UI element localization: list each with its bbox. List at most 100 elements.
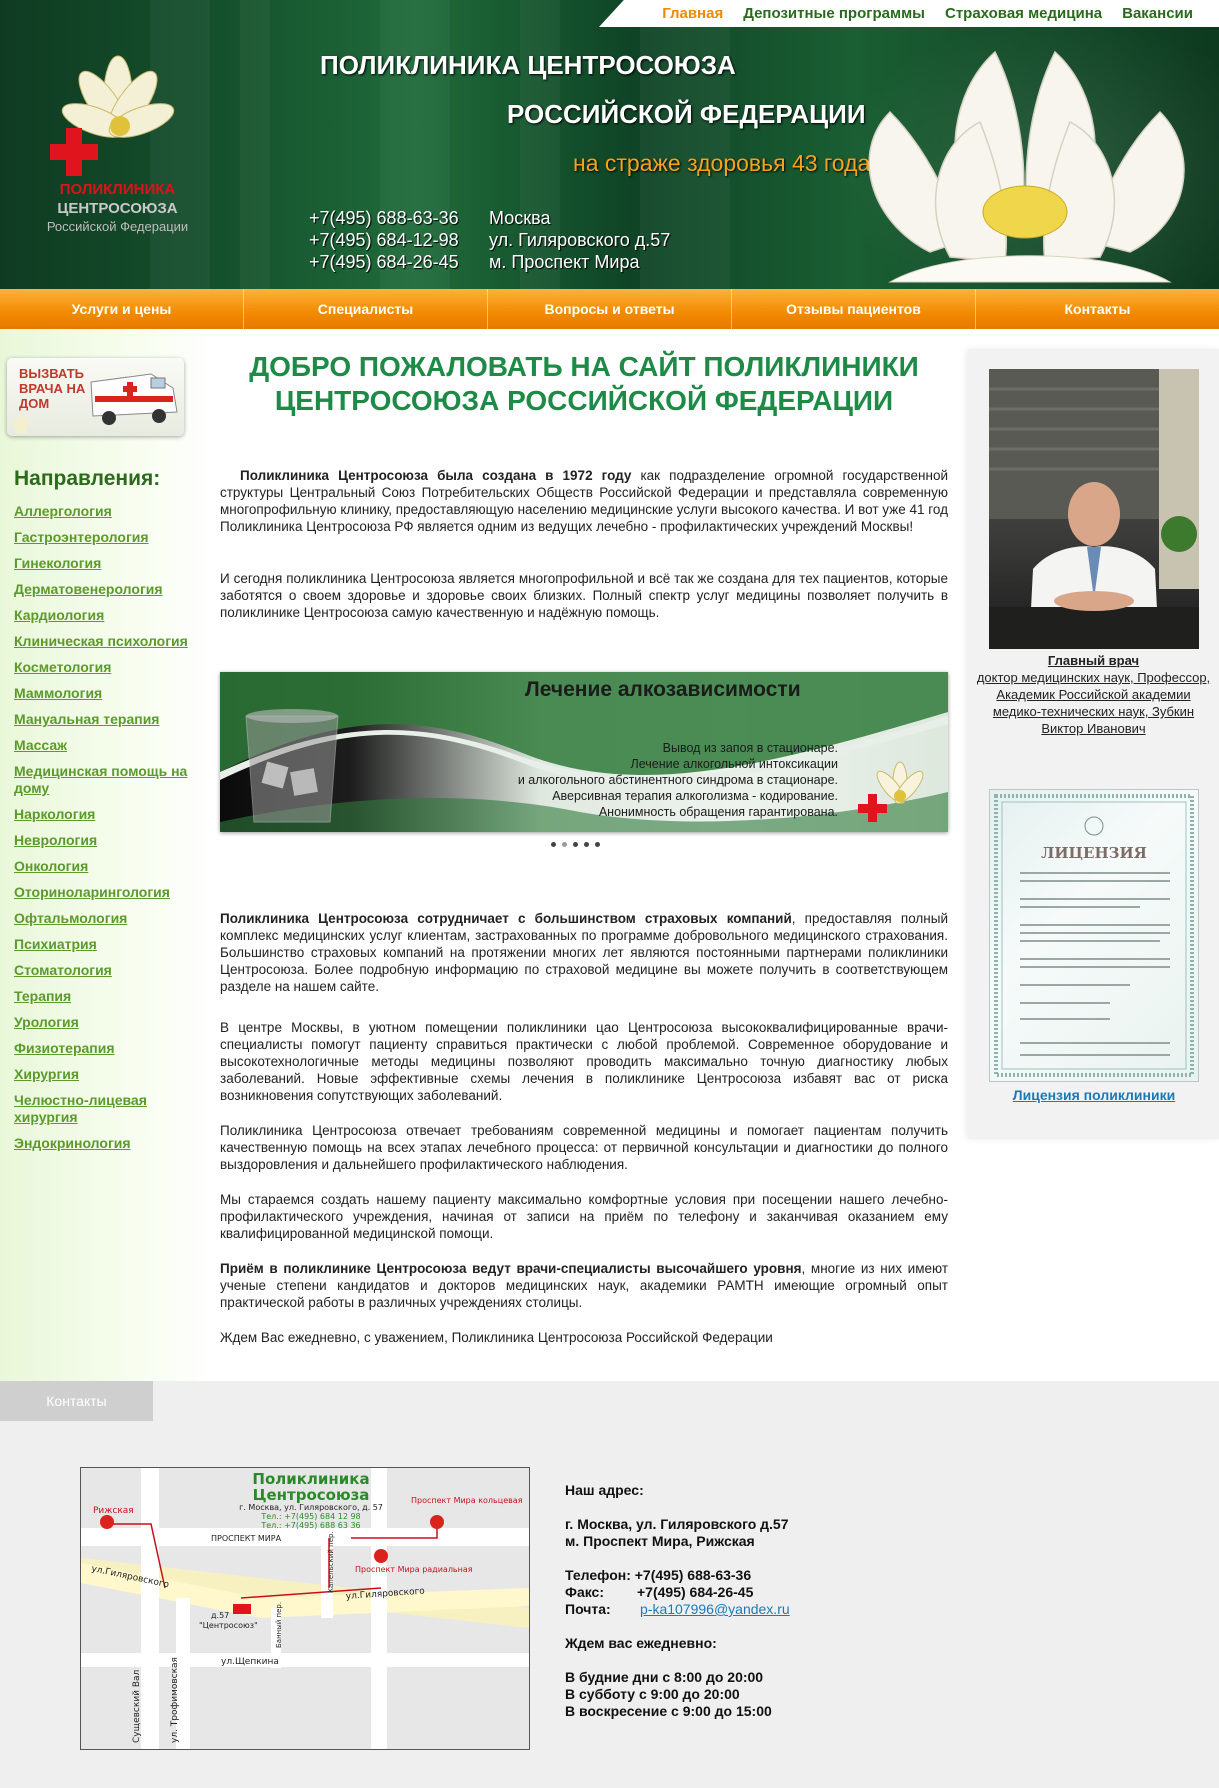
header-title-line2: РОССИЙСКОЙ ФЕДЕРАЦИИ	[507, 99, 866, 129]
menu-questions-answers[interactable]: Вопросы и ответы	[488, 289, 732, 329]
direction-item: Терапия	[14, 988, 204, 1005]
map-label-trofimovskaya: ул. Трофимовская	[170, 1657, 180, 1743]
direction-link[interactable]: Физиотерапия	[14, 1040, 115, 1056]
map-label-rizhskaya: Рижская	[93, 1506, 134, 1516]
direction-link[interactable]: Хирургия	[14, 1066, 79, 1082]
location-map[interactable]: Рижская Проспект Мира кольцевая ПРОСПЕКТ…	[80, 1467, 530, 1750]
header-phone-3[interactable]: +7(495) 684-26-45	[309, 252, 459, 273]
direction-link[interactable]: Кардиология	[14, 607, 104, 623]
promo-banner-alcohol[interactable]: Лечение алкозависимости Вывод из запоя в…	[220, 672, 948, 832]
direction-item: Онкология	[14, 858, 204, 875]
hours-sunday: В воскресение с 9:00 до 15:00	[565, 1703, 772, 1719]
direction-link[interactable]: Челюстно-лицевая хирургия	[14, 1092, 147, 1125]
paragraph-2: И сегодня поликлиника Центросоюза являет…	[220, 571, 948, 620]
header-title-line1: ПОЛИКЛИНИКА ЦЕНТРОСОЮЗА	[320, 50, 736, 80]
slider-dot[interactable]	[584, 842, 589, 847]
direction-link[interactable]: Неврология	[14, 832, 97, 848]
fax-number: +7(495) 684-26-45	[637, 1584, 754, 1600]
license-document: ЛИЦЕНЗИЯ	[994, 794, 1194, 1077]
direction-link[interactable]: Клиническая психология	[14, 633, 188, 649]
topnav-home[interactable]: Главная	[662, 5, 723, 22]
hours-weekdays: В будние дни с 8:00 до 20:00	[565, 1669, 764, 1685]
phone-line[interactable]: Телефон: +7(495) 688-63-36	[565, 1567, 790, 1584]
direction-link[interactable]: Стоматология	[14, 962, 112, 978]
banner-line: и алкогольного абстинентного синдрома в …	[517, 773, 838, 787]
directions-list: Аллергология Гастроэнтерология Гинекология…	[14, 503, 204, 1161]
intro-bold: Поликлиника Центросоюза была создана в 1…	[240, 468, 632, 483]
chief-doctor-photo[interactable]	[989, 369, 1199, 649]
logo-text-line2: ЦЕНТРОСОЮЗА	[57, 200, 178, 217]
direction-link[interactable]: Дерматовенерология	[14, 581, 163, 597]
menu-specialists[interactable]: Специалисты	[244, 289, 488, 329]
slider-dots	[551, 842, 600, 847]
direction-item: Неврология	[14, 832, 204, 849]
slider-dot[interactable]	[573, 842, 578, 847]
footer-contacts-tab[interactable]: Контакты	[0, 1381, 153, 1421]
license-image[interactable]: ЛИЦЕНЗИЯ	[989, 789, 1199, 1082]
menu-patient-reviews[interactable]: Отзывы пациентов	[732, 289, 976, 329]
email-link[interactable]: p-ka107996@yandex.ru	[640, 1601, 790, 1617]
direction-link[interactable]: Медицинская помощь на дому	[14, 763, 187, 796]
specialists-bold: Приём в поликлинике Центросоюза ведут вр…	[220, 1261, 802, 1276]
direction-item: Челюстно-лицевая хирургия	[14, 1092, 204, 1126]
site-logo[interactable]: ПОЛИКЛИНИКА ЦЕНТРОСОЮЗА Российской Федер…	[30, 44, 205, 239]
direction-link[interactable]: Оториноларингология	[14, 884, 170, 900]
map-label-banny: Банный пер.	[275, 1602, 283, 1648]
chief-doctor-caption: Главный врач доктор медицинских наук, Пр…	[976, 652, 1211, 737]
direction-item: Психиатрия	[14, 936, 204, 953]
paragraph-6: Мы стараемся создать нашему пациенту мак…	[220, 1192, 948, 1241]
direction-link[interactable]: Онкология	[14, 858, 88, 874]
address-line-1: г. Москва, ул. Гиляровского д.57	[565, 1516, 789, 1532]
menu-services-prices[interactable]: Услуги и цены	[0, 289, 244, 329]
header-phone-1[interactable]: +7(495) 688-63-36	[309, 208, 459, 229]
map-label-centrosoyuz: "Центросоюз"	[199, 1621, 258, 1630]
map-label-prospekt-kolts: Проспект Мира кольцевая	[411, 1496, 523, 1505]
topnav-vacancies[interactable]: Вакансии	[1122, 5, 1193, 22]
map-drawing: Рижская Проспект Мира кольцевая ПРОСПЕКТ…	[81, 1468, 529, 1749]
header-address-street: ул. Гиляровского д.57	[489, 230, 671, 250]
direction-link[interactable]: Психиатрия	[14, 936, 97, 952]
header-address-city: Москва	[489, 208, 551, 228]
direction-link[interactable]: Гастроэнтерология	[14, 529, 149, 545]
direction-link[interactable]: Маммология	[14, 685, 102, 701]
topnav-deposit-programs[interactable]: Депозитные программы	[743, 5, 925, 22]
direction-item: Эндокринология	[14, 1135, 204, 1152]
ambulance-icon	[90, 373, 178, 425]
map-phone-2: Тел.: +7(495) 688 63 36	[260, 1521, 360, 1530]
call-doctor-home-button[interactable]: ВЫЗВАТЬ ВРАЧА НА ДОМ	[7, 358, 184, 436]
direction-item: Дерматовенерология	[14, 581, 204, 598]
direction-link[interactable]: Наркология	[14, 806, 95, 822]
direction-link[interactable]: Терапия	[14, 988, 71, 1004]
slider-dot[interactable]	[595, 842, 600, 847]
lotus-small-icon	[12, 415, 30, 434]
paragraph-insurance: Поликлиника Центросоюза сотрудничает с б…	[220, 910, 948, 995]
paragraph-closing: Ждем Вас ежедневно, с уважением, Поликли…	[220, 1330, 773, 1345]
slider-dot[interactable]	[551, 842, 556, 847]
chief-doctor-description[interactable]: доктор медицинских наук, Профессор, Акад…	[977, 670, 1210, 736]
welcome-heading: ДОБРО ПОЖАЛОВАТЬ НА САЙТ ПОЛИКЛИНИКИ ЦЕН…	[249, 351, 919, 416]
license-link[interactable]: Лицензия поликлиники	[980, 1087, 1208, 1103]
page: Главная Депозитные программы Страховая м…	[0, 0, 1219, 1788]
direction-item: Хирургия	[14, 1066, 204, 1083]
paragraph-5: Поликлиника Центросоюза отвечает требова…	[220, 1123, 948, 1172]
direction-link[interactable]: Массаж	[14, 737, 67, 753]
direction-link[interactable]: Урология	[14, 1014, 79, 1030]
direction-link[interactable]: Мануальная терапия	[14, 711, 159, 727]
mail-label: Почта:	[565, 1601, 611, 1617]
paragraph-7: Приём в поликлинике Центросоюза ведут вр…	[220, 1260, 948, 1311]
direction-item: Физиотерапия	[14, 1040, 204, 1057]
slider-dot-active[interactable]	[562, 842, 567, 847]
direction-link[interactable]: Эндокринология	[14, 1135, 131, 1151]
direction-link[interactable]: Гинекология	[14, 555, 101, 571]
hours-saturday: В субботу с 9:00 до 20:00	[565, 1686, 740, 1702]
direction-link[interactable]: Аллергология	[14, 503, 112, 519]
topnav-insurance-medicine[interactable]: Страховая медицина	[945, 5, 1102, 22]
direction-item: Урология	[14, 1014, 204, 1031]
direction-item: Офтальмология	[14, 910, 204, 927]
direction-link[interactable]: Косметология	[14, 659, 111, 675]
insurance-bold: Поликлиника Центросоюза сотрудничает с б…	[220, 911, 792, 926]
direction-item: Мануальная терапия	[14, 711, 204, 728]
menu-contacts[interactable]: Контакты	[976, 289, 1219, 329]
direction-link[interactable]: Офтальмология	[14, 910, 127, 926]
header-phone-2[interactable]: +7(495) 684-12-98	[309, 230, 459, 251]
